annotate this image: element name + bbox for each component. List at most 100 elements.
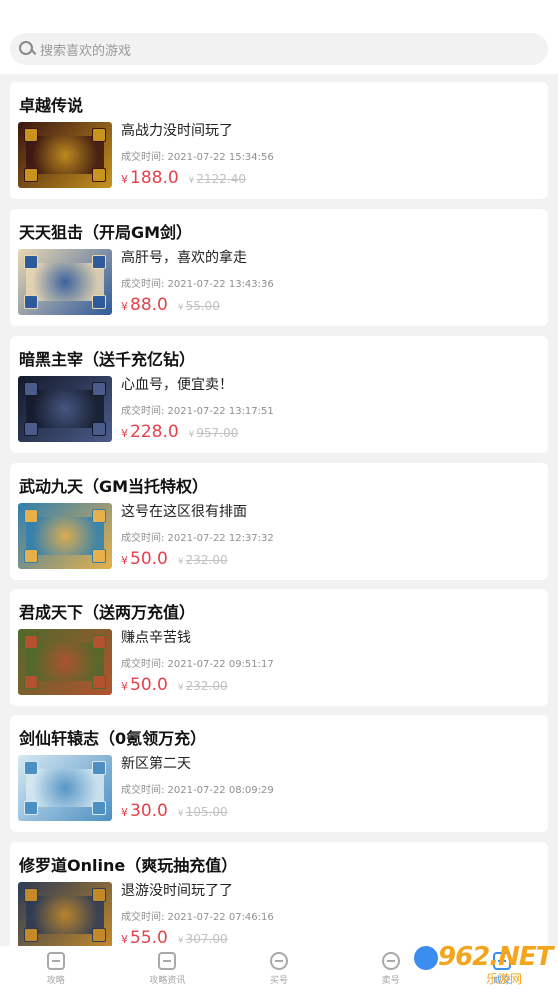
game-thumbnail — [18, 755, 112, 821]
thumbnail-ui-element — [92, 295, 106, 309]
listing-description: 赚点辛苦钱 — [121, 630, 191, 646]
listing-description: 退游没时间玩了了 — [121, 883, 233, 899]
original-price: 55.00 — [185, 299, 220, 313]
watermark-logo: 962.NET 乐游网 — [414, 942, 553, 988]
game-title: 武动九天（GM当托特权） — [19, 477, 209, 496]
game-thumbnail — [18, 503, 112, 569]
search-icon — [19, 41, 35, 57]
sale-price: 30.0 — [130, 801, 168, 821]
thumbnail-ui-element — [24, 761, 38, 775]
deal-time: 成交时间: 2021-07-22 08:09:29 — [121, 785, 274, 796]
thumbnail-ui-element — [92, 761, 106, 775]
news-icon — [158, 952, 177, 970]
original-currency-symbol: ¥ — [188, 176, 195, 186]
game-title: 修罗道Online（爽玩抽充值） — [19, 856, 238, 875]
watermark-badge-icon — [414, 946, 438, 970]
deal-card[interactable]: 暗黑主宰（送千充亿钻） 心血号，便宜卖！ 成交时间: 2021-07-22 13:1… — [10, 336, 548, 453]
deal-time: 成交时间: 2021-07-22 13:43:36 — [121, 279, 274, 290]
price-row: ¥50.0 ¥232.00 — [121, 549, 228, 569]
price-row: ¥55.0 ¥307.00 — [121, 928, 228, 948]
thumbnail-ui-element — [24, 382, 38, 396]
sale-price: 228.0 — [130, 422, 179, 442]
original-currency-symbol: ¥ — [177, 683, 184, 693]
deal-time: 成交时间: 2021-07-22 09:51:17 — [121, 659, 274, 670]
thumbnail-ui-element — [92, 168, 106, 182]
deal-time: 成交时间: 2021-07-22 07:46:16 — [121, 912, 274, 923]
deal-card[interactable]: 卓越传说高战力没时间玩了成交时间: 2021-07-22 15:34:56 ¥18… — [10, 82, 548, 199]
sale-price: 188.0 — [130, 168, 179, 188]
thumbnail-ui-element — [24, 168, 38, 182]
original-currency-symbol: ¥ — [177, 557, 184, 567]
thumbnail-ui-element — [92, 549, 106, 563]
thumbnail-ui-element — [92, 928, 106, 942]
top-header: 搜索喜欢的游戏 — [0, 0, 558, 74]
thumbnail-ui-element — [24, 928, 38, 942]
sale-price: 88.0 — [130, 295, 168, 315]
sale-price: 55.0 — [130, 928, 168, 948]
game-title: 暗黑主宰（送千充亿钻） — [19, 350, 196, 369]
thumbnail-ui-element — [24, 422, 38, 436]
deal-time: 成交时间: 2021-07-22 13:17:51 — [121, 406, 274, 417]
listing-description: 高战力没时间玩了 — [121, 123, 233, 139]
original-currency-symbol: ¥ — [188, 430, 195, 440]
thumbnail-ui-element — [92, 675, 106, 689]
game-thumbnail — [18, 122, 112, 188]
thumbnail-ui-element — [24, 801, 38, 815]
thumbnail-ui-element — [24, 128, 38, 142]
currency-symbol: ¥ — [121, 680, 128, 693]
deal-time: 成交时间: 2021-07-22 15:34:56 — [121, 152, 274, 163]
tab-label: 攻略资讯 — [149, 976, 186, 986]
game-thumbnail — [18, 882, 112, 948]
buy-icon — [269, 952, 288, 970]
original-currency-symbol: ¥ — [177, 936, 184, 946]
thumbnail-ui-element — [24, 255, 38, 269]
thumbnail-ui-element — [92, 422, 106, 436]
sell-icon — [381, 952, 400, 970]
listing-description: 高肝号，喜欢的拿走 — [121, 250, 247, 266]
deal-card[interactable]: 剑仙轩辕志（0氪领万充） 新区第二天 成交时间: 2021-07-22 08:09:… — [10, 715, 548, 832]
search-placeholder: 搜索喜欢的游戏 — [40, 43, 132, 59]
tab-label: 攻略 — [46, 976, 65, 986]
icon-stroke — [274, 960, 283, 962]
deal-card[interactable]: 天天狙击（开局GM剑） 高肝号，喜欢的拿走成交时间: 2021-07-22 13:… — [10, 209, 548, 326]
thumbnail-ui-element — [92, 509, 106, 523]
original-price: 307.00 — [185, 932, 228, 946]
sale-price: 50.0 — [130, 675, 168, 695]
deal-card[interactable]: 武动九天（GM当托特权） 这号在这区很有排面 成交时间: 2021-07-22 12… — [10, 463, 548, 580]
tab-2[interactable]: 买号 — [223, 946, 335, 992]
icon-stroke — [386, 960, 395, 962]
tab-1[interactable]: 攻略资讯 — [112, 946, 224, 992]
original-price: 957.00 — [196, 426, 239, 440]
search-bar[interactable]: 搜索喜欢的游戏 — [10, 33, 548, 65]
deal-card[interactable]: 君成天下（送两万充值） 赚点辛苦钱成交时间: 2021-07-22 09:51:1… — [10, 589, 548, 706]
game-title: 天天狙击（开局GM剑） — [19, 223, 193, 242]
currency-symbol: ¥ — [121, 300, 128, 313]
game-title: 卓越传说 — [19, 96, 84, 115]
game-thumbnail — [18, 249, 112, 315]
game-title: 剑仙轩辕志（0氪领万充） — [19, 729, 207, 748]
tab-label: 买号 — [269, 976, 288, 986]
listing-description: 这号在这区很有排面 — [121, 504, 247, 520]
original-currency-symbol: ¥ — [177, 303, 184, 313]
thumbnail-ui-element — [92, 635, 106, 649]
thumbnail-ui-element — [92, 888, 106, 902]
price-row: ¥88.0 ¥55.00 — [121, 295, 220, 315]
thumbnail-ui-element — [24, 888, 38, 902]
original-price: 232.00 — [185, 553, 228, 567]
game-title: 君成天下（送两万充值） — [19, 603, 196, 622]
thumbnail-ui-element — [24, 295, 38, 309]
tab-label: 卖号 — [381, 976, 400, 986]
thumbnail-ui-element — [92, 255, 106, 269]
currency-symbol: ¥ — [121, 933, 128, 946]
icon-stroke — [51, 960, 60, 962]
book-icon — [46, 952, 65, 970]
tab-0[interactable]: 攻略 — [0, 946, 112, 992]
thumbnail-ui-element — [24, 635, 38, 649]
thumbnail-ui-element — [24, 549, 38, 563]
watermark-subtext: 乐游网 — [486, 972, 523, 986]
price-row: ¥228.0 ¥957.00 — [121, 422, 238, 442]
thumbnail-ui-element — [24, 509, 38, 523]
sale-price: 50.0 — [130, 549, 168, 569]
original-price: 2122.40 — [196, 172, 247, 186]
deal-card[interactable]: 修罗道Online（爽玩抽充值） 退游没时间玩了了成交时间: 2021-07-22… — [10, 842, 548, 948]
